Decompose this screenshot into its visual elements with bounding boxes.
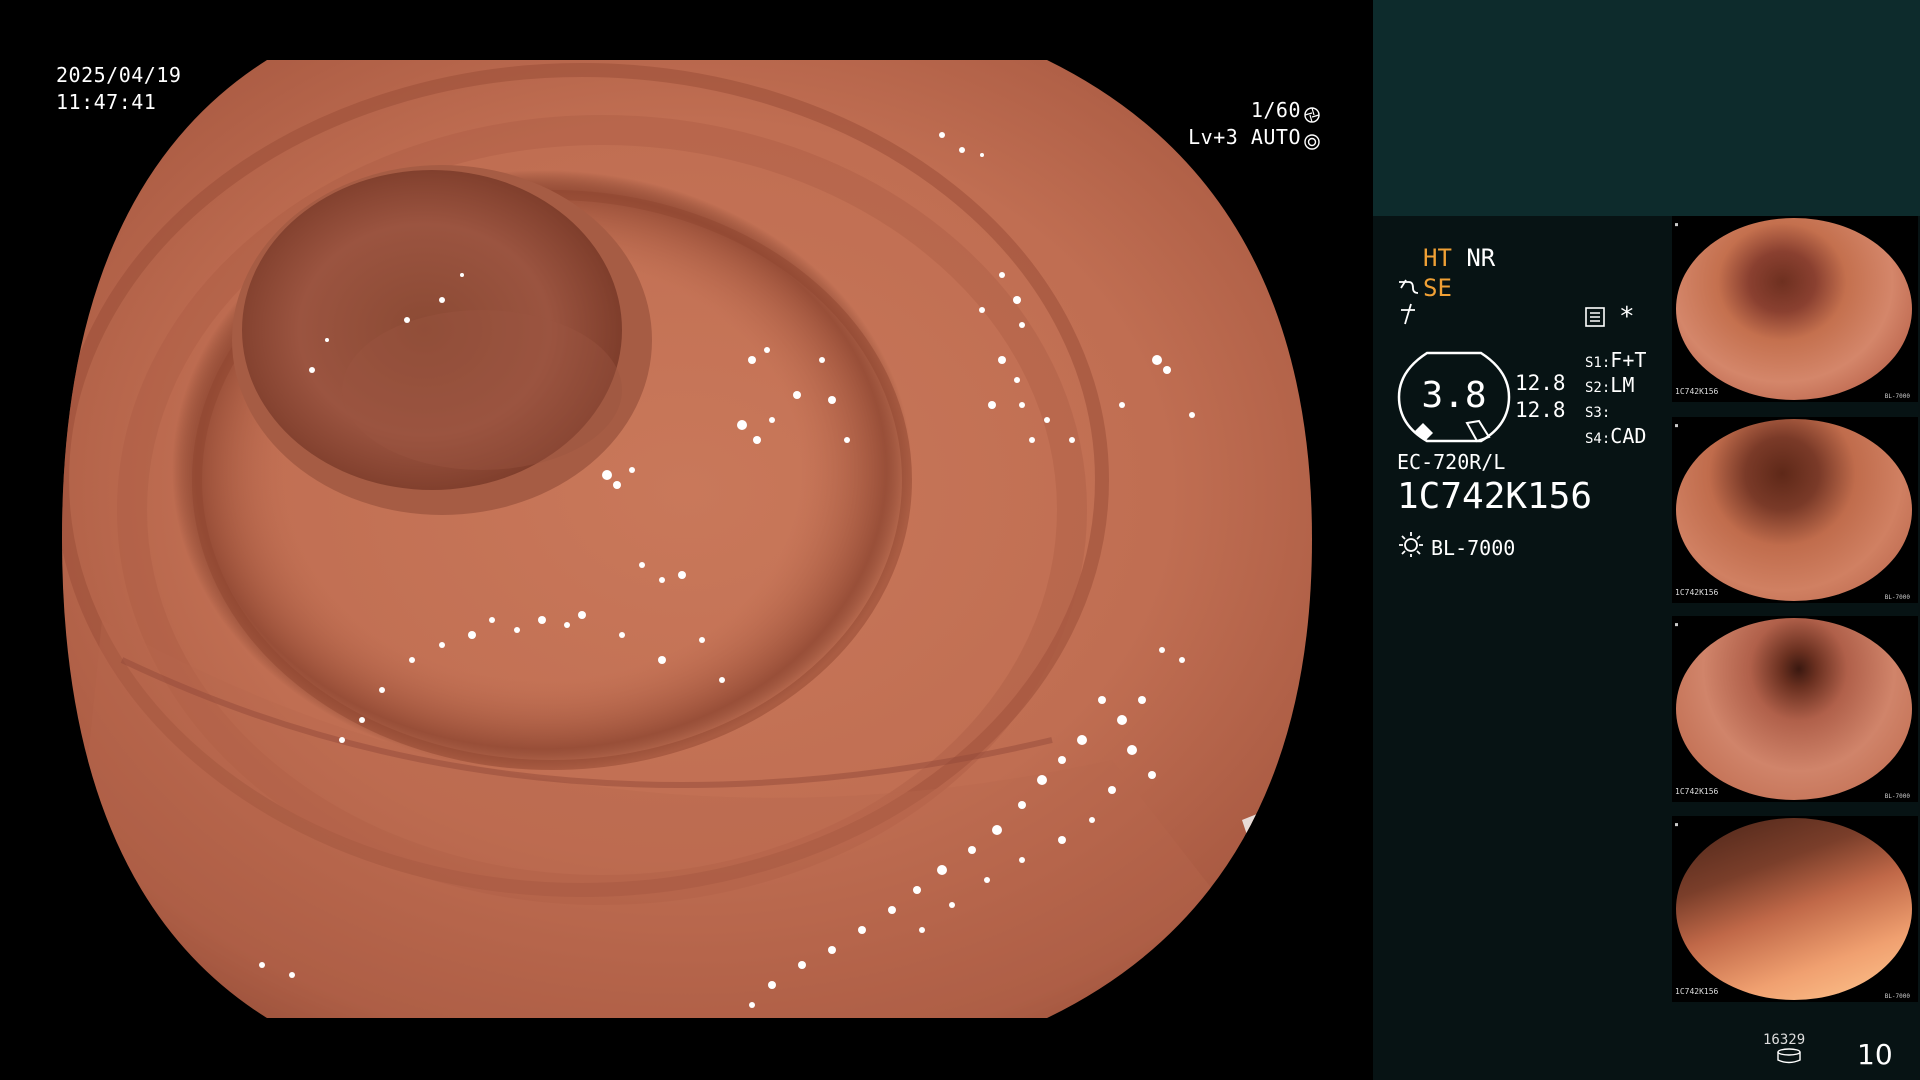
thumbnail-caption: BL-7000 [1884,594,1910,601]
iris-right-value-1: 12.8 [1515,371,1566,395]
time-text: 11:47:41 [56,90,157,114]
shutter-text: 1/60 [1250,98,1301,122]
ht-label: HT [1423,244,1452,272]
switch-s4: S4:CAD [1585,424,1647,448]
light-source-row: BL-7000 [1397,530,1515,566]
switch-s1: S1:F+T [1585,348,1647,372]
date-time-overlay: 2025/04/19 11:47:41 [56,62,181,116]
storage-count: 16329 [1763,1032,1806,1048]
switch-key: S1 [1585,355,1602,371]
panel-header-block [1373,0,1920,216]
thumbnail-caption: BL-7000 [1884,793,1910,800]
switch-value: LM [1610,373,1635,397]
thumbnail-serial: 1C742K156 [1675,787,1719,796]
switch-key: S2 [1585,380,1602,396]
capture-thumbnail[interactable]: ■ 1C742K156 BL-7000 [1672,216,1918,402]
switch-key: S3 [1585,405,1602,421]
page-number: 10 [1857,1038,1893,1071]
switch-s3: S3: [1585,405,1611,421]
scope-model: EC-720R/L [1397,450,1506,474]
endoscope-live-view: 2025/04/19 11:47:41 1/60 Lv+3 AUTO [0,0,1372,1080]
thumbnail-serial: 1C742K156 [1675,387,1719,396]
iris-right-value-2: 12.8 [1515,398,1566,422]
auto-iris-icon [1304,130,1320,150]
exposure-overlay: 1/60 Lv+3 AUTO [1188,97,1320,151]
switch-s2: S2:LM [1585,373,1635,397]
storage-icon [1776,1048,1802,1068]
ht-nr-row: HT NR [1423,243,1495,273]
record-doc-icon [1584,305,1606,335]
switch-value: CAD [1610,424,1647,448]
exposure-mode-text: Lv+3 AUTO [1188,125,1301,149]
nr-label: NR [1466,244,1496,272]
lamp-icon [1397,530,1425,566]
asterisk-mark: * [1619,302,1635,332]
endoscopy-monitor: 2025/04/19 11:47:41 1/60 Lv+3 AUTO HT NR… [0,0,1920,1080]
iris-value: 3.8 [1421,375,1487,416]
capture-thumbnail[interactable]: ■ 1C742K156 BL-7000 [1672,417,1918,603]
thumbnail-serial: 1C742K156 [1675,987,1719,996]
shutter-icon [1304,103,1320,123]
switch-key: S4 [1585,431,1602,447]
se-label: SE [1423,274,1452,302]
color-enhance-icon [1397,302,1419,333]
thumbnail-serial: 1C742K156 [1675,588,1719,597]
capture-thumbnail[interactable]: ■ 1C742K156 BL-7000 [1672,616,1918,802]
date-text: 2025/04/19 [56,63,182,87]
switch-value: F+T [1610,348,1647,372]
settings-info: HT NR SE * 3.8 12.8 12.8 S1:F+T S2:LM S3… [1397,240,1697,580]
scope-serial: 1C742K156 [1397,476,1593,517]
thumbnail-caption: BL-7000 [1884,393,1910,400]
capture-thumbnail[interactable]: ■ 1C742K156 BL-7000 [1672,816,1918,1002]
thumbnail-caption: BL-7000 [1884,993,1910,1000]
structure-enhance-icon [1397,273,1421,303]
se-row: SE [1397,273,1452,303]
light-source-label: BL-7000 [1431,536,1516,560]
endoscope-image [62,60,1312,1018]
